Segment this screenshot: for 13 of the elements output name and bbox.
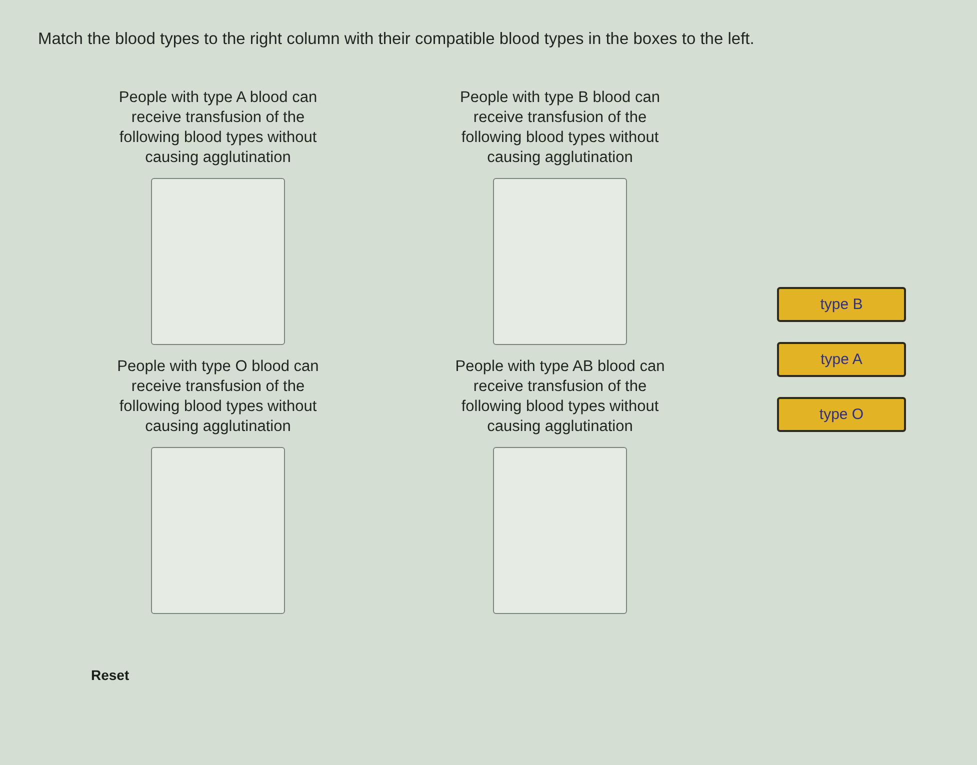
drop-box[interactable]	[493, 447, 627, 614]
instruction-text: Match the blood types to the right column with their compatible blood types in the boxes to the left.	[38, 29, 756, 49]
reset-button[interactable]: Reset	[91, 667, 130, 683]
prompt-text: People with type B blood can receive transfusion of the following blood types without causing agglutination	[459, 88, 661, 168]
prompt-text: People with type AB blood can receive transfusion of the following blood types without causing agglutination	[454, 357, 666, 437]
answer-tile[interactable]: type O	[777, 397, 906, 432]
prompt-text: People with type A blood can receive transfusion of the following blood types without causing agglutination	[118, 88, 318, 168]
drop-box[interactable]	[151, 178, 285, 345]
answer-tile[interactable]: type A	[777, 342, 906, 377]
drop-box[interactable]	[151, 447, 285, 614]
answer-tile[interactable]: type B	[777, 287, 906, 322]
drop-box[interactable]	[493, 178, 627, 345]
prompt-text: People with type O blood can receive transfusion of the following blood types without causing agglutination	[116, 357, 320, 437]
